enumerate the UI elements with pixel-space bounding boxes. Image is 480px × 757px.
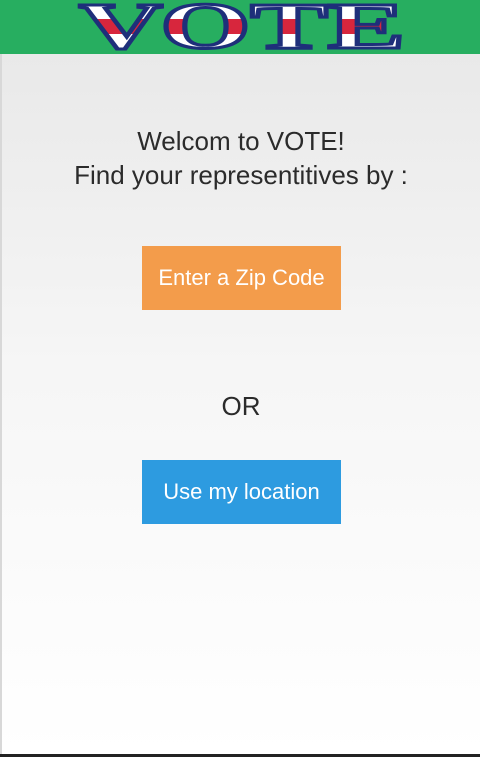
main-content: Welcom to VOTE! Find your representitive…	[2, 54, 480, 754]
app-screen: VOTE Welcom to VOTE! Find your represent…	[0, 0, 480, 757]
use-my-location-button[interactable]: Use my location	[142, 460, 341, 524]
welcome-subtitle: Find your representitives by :	[74, 160, 408, 190]
logo-text: VOTE	[79, 0, 405, 54]
welcome-message: Welcom to VOTE! Find your representitive…	[2, 124, 480, 192]
welcome-title: Welcom to VOTE!	[137, 126, 345, 156]
vote-logo: VOTE	[78, 0, 407, 54]
enter-zip-code-button[interactable]: Enter a Zip Code	[142, 246, 341, 310]
or-separator: OR	[221, 391, 261, 421]
app-header: VOTE	[0, 0, 480, 54]
